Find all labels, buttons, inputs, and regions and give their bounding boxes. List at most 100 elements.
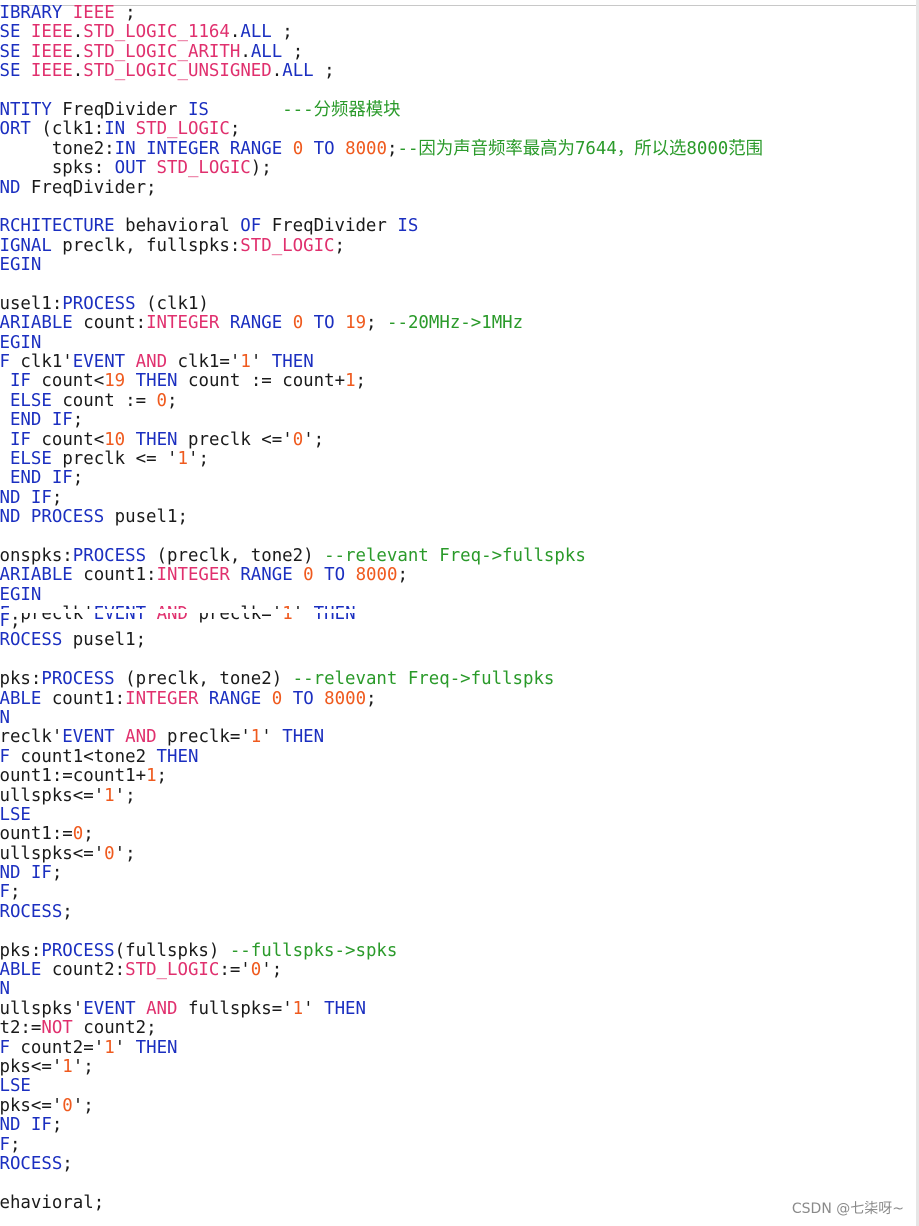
code-token: RANGE (208, 688, 262, 709)
code-token: INTEGER (125, 688, 199, 709)
code-line: VARIABLE count:INTEGER RANGE 0 TO 19; --… (0, 314, 763, 333)
code-token: INTEGER (156, 565, 230, 586)
code-token: count2: (41, 960, 126, 981)
code-line: ELSE count := 0; (0, 390, 763, 411)
code-token: FreqDivider (51, 99, 188, 120)
code-token: AND (146, 998, 178, 1019)
code-line: spks:PROCESS(fullspks) --fullspks->spks (0, 941, 554, 961)
code-token: EVENT (62, 727, 115, 748)
code-token: preclk=' (156, 727, 251, 748)
code-line: ARCHITECTURE behavioral OF FreqDivider I… (0, 217, 763, 236)
code-token: STD_LOGIC (156, 158, 251, 179)
code-token: count< (30, 371, 105, 392)
code-token: ELSE (0, 1076, 31, 1097)
code-token: 19 (345, 313, 367, 334)
code-token: END IF (9, 410, 73, 431)
code-token: 1 (250, 727, 262, 748)
code-token: nt2:= (0, 1018, 42, 1039)
code-token: ENTITY (0, 99, 52, 120)
code-token: spks<=' (0, 1095, 63, 1116)
code-token: . (72, 61, 84, 82)
code-token: ; (51, 487, 63, 508)
code-token: count1:=count1+ (0, 766, 147, 787)
code-token: PORT (0, 119, 31, 140)
code-line: END IF; (0, 487, 763, 508)
code-screenshot: LIBRARY IEEE ;USE IEEE.STD_LOGIC_1164.AL… (0, 0, 919, 1226)
code-token: ; (72, 468, 84, 489)
code-token: ; (397, 565, 408, 586)
code-token: THEN (282, 727, 325, 748)
code-token: count< (30, 429, 105, 450)
code-token: FreqDivider; (20, 177, 157, 198)
code-token: count1<tone2 (9, 746, 157, 767)
code-token: PROCESS (72, 545, 147, 566)
code-token: count := count+ (177, 371, 346, 392)
code-line: tone2:IN INTEGER RANGE 0 TO 8000;--因为声音频… (0, 138, 763, 159)
code-token: 1 (104, 1037, 115, 1058)
code-line: USE IEEE.STD_LOGIC_UNSIGNED.ALL ; (0, 61, 763, 82)
code-token: count1: (72, 565, 157, 586)
code-token: ; (282, 41, 304, 62)
code-token: ; (72, 410, 84, 431)
code-line: VARIABLE count1:INTEGER RANGE 0 TO 8000; (0, 566, 763, 585)
code-token: PROCESS (41, 669, 115, 690)
code-block-lower: IF;PROCESS pusel1; spks:PROCESS (preclk,… (0, 611, 554, 1213)
code-line: tonspks:PROCESS (preclk, tone2) --releva… (0, 545, 763, 566)
code-token: ALL (250, 41, 283, 62)
code-token: (preclk, tone2) (146, 545, 325, 566)
code-token: 0 (104, 843, 115, 864)
code-token: LIBRARY (0, 3, 63, 23)
code-token: IF (0, 1037, 10, 1058)
code-token: '; (303, 429, 325, 450)
code-token: STD_LOGIC (135, 119, 230, 140)
code-token: IF (0, 611, 10, 631)
code-line: ENTITY FreqDivider IS ---分频器模块 (0, 99, 763, 120)
code-token: TO (313, 138, 335, 159)
code-token: ; (387, 138, 398, 159)
code-token: '; (72, 1095, 94, 1116)
code-token: 1 (177, 448, 188, 469)
code-line: spks: OUT STD_LOGIC); (0, 158, 763, 179)
code-line: SIGNAL preclk, fullspks:STD_LOGIC; (0, 235, 763, 256)
code-token: 19 (104, 371, 126, 392)
code-token: ; (313, 61, 335, 82)
code-line: IABLE count1:INTEGER RANGE 0 TO 8000; (0, 688, 554, 709)
code-token: preclk <= ' (51, 448, 178, 469)
code-line: END IF; (0, 1115, 554, 1135)
code-token: clk1' (9, 352, 73, 373)
code-line: count1:=count1+1; (0, 766, 554, 787)
code-line: PROCESS; (0, 902, 554, 922)
code-token: 1 (292, 998, 304, 1019)
code-token: PROCESS (62, 293, 136, 314)
code-line: IF; (0, 1135, 554, 1155)
code-token: . (229, 22, 241, 43)
code-token: 0 (156, 390, 168, 411)
code-token: pusel1; (62, 630, 147, 651)
code-token: END IF (0, 487, 52, 508)
code-token: ELSE (9, 390, 52, 411)
code-token: 1 (240, 352, 251, 373)
code-block-upper: LIBRARY IEEE ;USE IEEE.STD_LOGIC_1164.AL… (0, 3, 763, 625)
code-token: behavioral; (0, 1192, 105, 1213)
code-line: spks<='0'; (0, 1095, 554, 1116)
code-token: ; (334, 235, 346, 256)
code-token: ALL (282, 61, 314, 82)
code-token: spks: (0, 158, 115, 179)
